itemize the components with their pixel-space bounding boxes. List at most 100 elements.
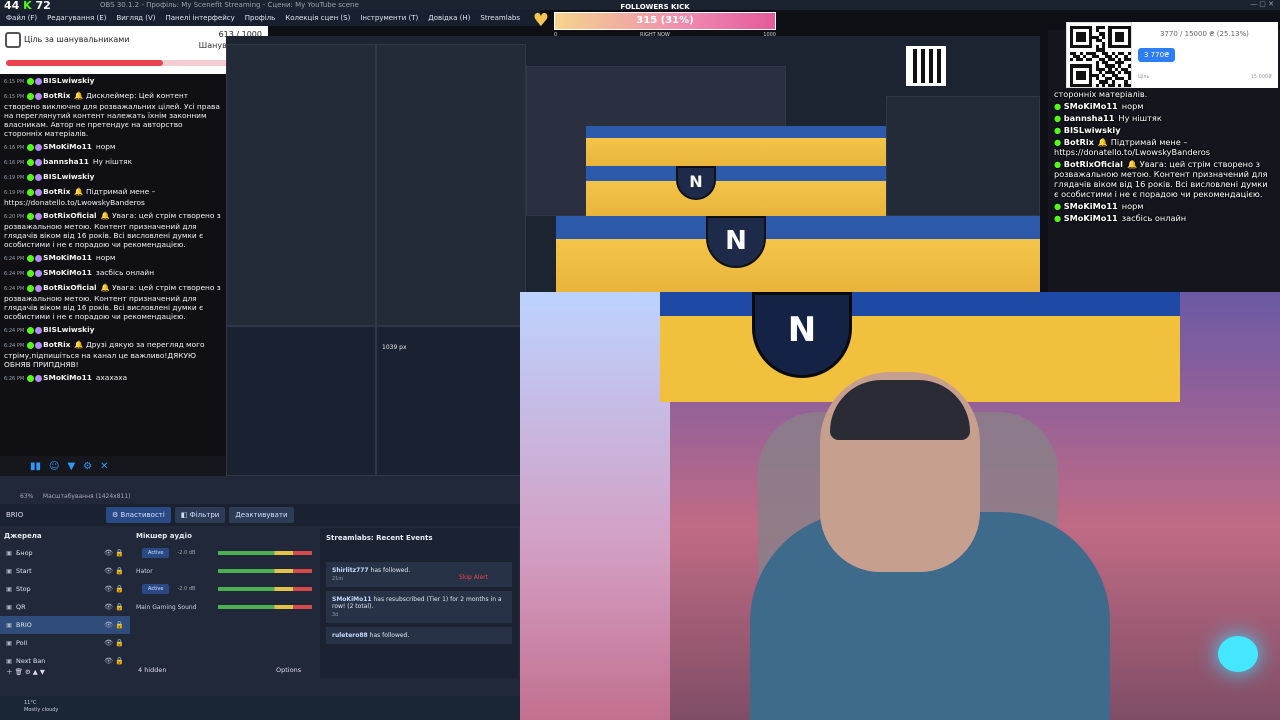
emoji-icon[interactable]: ☺ bbox=[49, 461, 59, 472]
source-type-icon: ▣ bbox=[6, 603, 13, 611]
volume-meter[interactable] bbox=[218, 587, 312, 591]
deactivate-button[interactable]: Деактивувати bbox=[229, 507, 294, 523]
overlay-chat-message: ● BISLwiwskiy bbox=[1048, 124, 1280, 136]
source-item[interactable]: ▣ QR 👁 🔒 bbox=[0, 598, 130, 616]
chat-username[interactable]: BotRix bbox=[43, 340, 70, 349]
kick-badge-icon: ● bbox=[1054, 159, 1064, 169]
menu-help[interactable]: Довідка (H) bbox=[428, 14, 470, 22]
menu-docks[interactable]: Панелі інтерфейсу bbox=[165, 14, 234, 22]
donate-widget: 3770 / 15000 ₴ (25.13%) 3 770₴ Ціль 15 0… bbox=[1132, 22, 1278, 88]
donate-button[interactable]: 3 770₴ bbox=[1138, 48, 1176, 62]
chat-time: 6:19 PM bbox=[4, 190, 25, 196]
qr-cell bbox=[1089, 83, 1093, 87]
source-name: BRIO bbox=[16, 621, 32, 629]
menu-scene-collection[interactable]: Колекція сцен (S) bbox=[285, 14, 350, 22]
chat-username[interactable]: BISLwiwskiy bbox=[43, 325, 94, 334]
scale-mode[interactable]: Масштабування (1424x811) bbox=[43, 493, 131, 500]
sub-badge-icon bbox=[35, 326, 43, 334]
menu-streamlabs[interactable]: Streamlabs bbox=[480, 14, 520, 22]
chat-username[interactable]: BISLwiwskiy bbox=[43, 76, 94, 85]
overlay-chat-message: ● SMoKiMo11 засбісь онлайн bbox=[1048, 212, 1280, 224]
menu-file[interactable]: Файл (F) bbox=[6, 14, 37, 22]
source-name: Stop bbox=[16, 585, 31, 593]
menu-tools[interactable]: Інструменти (T) bbox=[360, 14, 418, 22]
chat-message: 6:19 PM BotRix 🔔 Підтримай мене – https://… bbox=[0, 185, 226, 209]
chat-username[interactable]: BotRixOficial bbox=[43, 283, 96, 292]
source-item[interactable]: ▣ Stop 👁 🔒 bbox=[0, 580, 130, 598]
mixer-list: Active -2.0 dB Hator Active -2.0 dB Main Gami… bbox=[132, 544, 318, 616]
event-user[interactable]: SMoKiMo11 bbox=[332, 596, 372, 603]
settings-icon[interactable]: ⚙ bbox=[83, 461, 92, 472]
mixer-active-badge[interactable]: Active bbox=[142, 584, 170, 594]
pause-icon[interactable]: ▮▮ bbox=[30, 461, 41, 472]
qr-cell bbox=[1082, 77, 1086, 81]
visibility-lock-icons[interactable]: 👁 🔒 bbox=[104, 621, 124, 629]
chat-username[interactable]: SMoKiMo11 bbox=[43, 373, 92, 382]
volume-meter[interactable] bbox=[218, 551, 312, 555]
kick-goal-title: FOLLOWERS KICK bbox=[620, 3, 690, 11]
source-item[interactable]: ▣ Start 👁 🔒 bbox=[0, 562, 130, 580]
menu-view[interactable]: Вигляд (V) bbox=[116, 14, 155, 22]
window-controls[interactable]: — ▢ ✕ bbox=[1250, 0, 1274, 8]
mixer-active-badge[interactable]: Active bbox=[142, 548, 170, 558]
chat-username[interactable]: bannsha11 bbox=[43, 157, 89, 166]
preview-chat-copy bbox=[226, 44, 376, 326]
cam-window bbox=[520, 292, 670, 720]
visibility-lock-icons[interactable]: 👁 🔒 bbox=[104, 639, 124, 647]
sub-badge-icon bbox=[35, 269, 43, 277]
hidden-count: 4 hidden bbox=[138, 666, 167, 674]
chat-text: норм bbox=[95, 142, 116, 151]
source-item[interactable]: ▣ Poll 👁 🔒 bbox=[0, 634, 130, 652]
qr-cell bbox=[1118, 83, 1122, 87]
kick-badge-icon: ● bbox=[1054, 113, 1064, 123]
sub-badge-icon bbox=[35, 374, 43, 382]
event-user[interactable]: ruletero88 bbox=[332, 632, 368, 639]
filter-icon[interactable]: ▼ bbox=[67, 461, 75, 472]
event-user[interactable]: Shirlitz777 bbox=[332, 567, 369, 574]
chat-time: 6:24 PM bbox=[4, 271, 25, 277]
chat-username[interactable]: SMoKiMo11 bbox=[43, 268, 92, 277]
sub-badge-icon bbox=[35, 284, 43, 292]
chat-text: засбісь онлайн bbox=[95, 268, 155, 277]
close-icon[interactable]: ✕ bbox=[100, 461, 108, 472]
menu-edit[interactable]: Редагування (E) bbox=[47, 14, 106, 22]
properties-button[interactable]: ⚙ Властивості bbox=[106, 507, 171, 523]
overlay-chat-username: BotRix bbox=[1063, 137, 1094, 147]
filters-button[interactable]: ◧ Фільтри bbox=[174, 507, 226, 523]
visibility-lock-icons[interactable]: 👁 🔒 bbox=[104, 603, 124, 611]
visibility-lock-icons[interactable]: 👁 🔒 bbox=[104, 567, 124, 575]
skip-alert-button[interactable]: Skip Alert bbox=[459, 574, 488, 581]
volume-meter[interactable] bbox=[218, 569, 312, 573]
source-item[interactable]: ▣ Бнор 👁 🔒 bbox=[0, 544, 130, 562]
kick-badge-icon bbox=[27, 254, 35, 262]
chat-message: 6:19 PM BISLwiwskiy bbox=[0, 170, 226, 185]
overlay-chat-message: ● bannsha11 Ну ніштяк bbox=[1048, 112, 1280, 124]
chat-username[interactable]: SMoKiMo11 bbox=[43, 253, 92, 262]
volume-meter[interactable] bbox=[218, 605, 312, 609]
overlay-chat-username: SMoKiMo11 bbox=[1063, 213, 1118, 223]
zoom-label[interactable]: 63% bbox=[20, 493, 33, 500]
mixer-channel-name: Hator bbox=[136, 567, 153, 575]
event-text: has followed. bbox=[367, 632, 410, 639]
chat-text: 🔔 Друзі дякую за перегляд мого стріму,пі… bbox=[4, 340, 205, 369]
visibility-lock-icons[interactable]: 👁 🔒 bbox=[104, 549, 124, 557]
chat-username[interactable]: BotRixOficial bbox=[43, 211, 96, 220]
overlay-chat-message: сторонніх матеріалів. bbox=[1048, 88, 1280, 100]
qr-cell bbox=[1102, 83, 1106, 87]
chat-username[interactable]: BotRix bbox=[43, 187, 70, 196]
chat-username[interactable]: BISLwiwskiy bbox=[43, 172, 94, 181]
add-source-icon[interactable]: ＋ 🗑 ⚙ ▲ ▼ bbox=[6, 666, 45, 676]
chat-username[interactable]: SMoKiMo11 bbox=[43, 142, 92, 151]
menu-profile[interactable]: Профіль bbox=[245, 14, 276, 22]
kick-badge-icon bbox=[27, 173, 35, 181]
options-button[interactable]: Options bbox=[276, 666, 301, 674]
source-label: ▣ BRIO bbox=[6, 621, 32, 629]
qr-cell bbox=[1127, 64, 1131, 68]
kick-badge-icon: ● bbox=[1054, 125, 1064, 135]
weather-text: Mostly cloudy bbox=[24, 707, 59, 713]
source-item[interactable]: ▣ BRIO 👁 🔒 bbox=[0, 616, 130, 634]
visibility-lock-icons[interactable]: 👁 🔒 bbox=[104, 585, 124, 593]
chat-time: 6:24 PM bbox=[4, 286, 25, 292]
kick-badge-icon bbox=[27, 284, 35, 292]
chat-username[interactable]: BotRix bbox=[43, 91, 70, 100]
